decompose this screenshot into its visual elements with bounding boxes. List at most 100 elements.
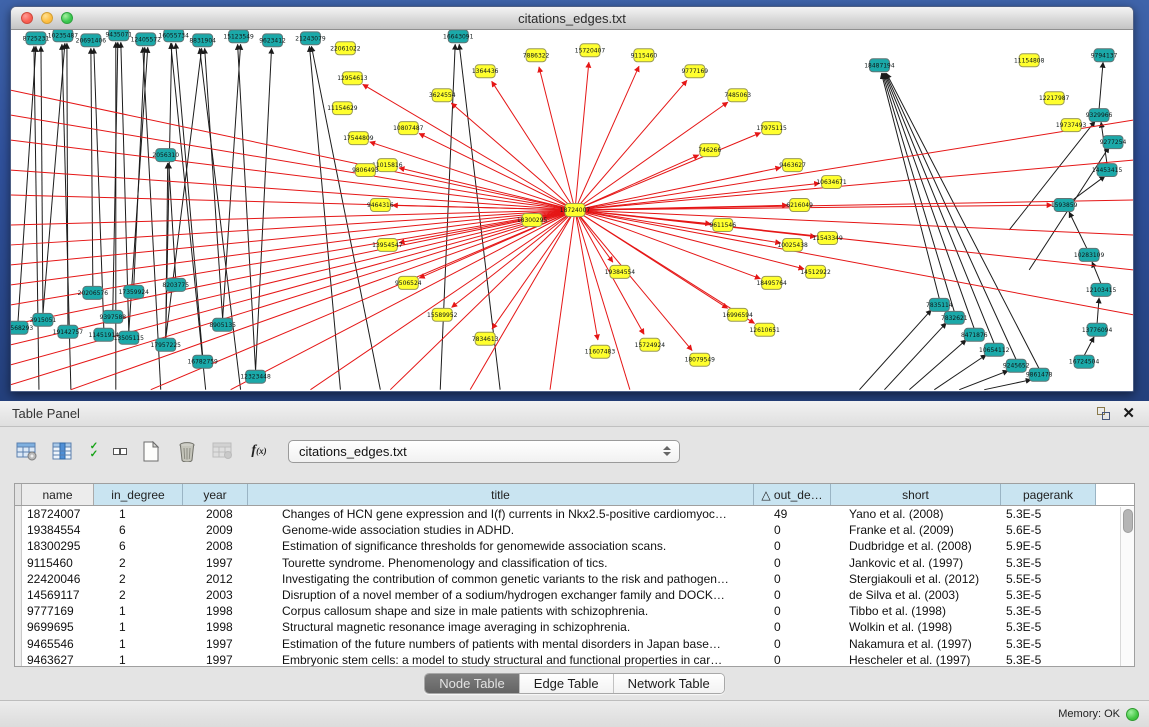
column-header-pagerank[interactable]: pagerank: [1001, 484, 1096, 505]
graph-node[interactable]: 16724504: [1069, 355, 1100, 368]
cell-short[interactable]: Franke et al. (2009): [831, 522, 1001, 538]
select-all-button[interactable]: ✓✓: [84, 438, 104, 464]
cell-in_degree[interactable]: 1: [94, 506, 183, 522]
graph-edge[interactable]: [1009, 121, 1095, 230]
graph-edge[interactable]: [18, 46, 36, 322]
graph-node-selected[interactable]: 3624554: [429, 89, 456, 102]
graph-node[interactable]: 16055734: [159, 30, 190, 42]
function-builder-button[interactable]: f(x): [244, 438, 274, 464]
graph-selected-edge[interactable]: [399, 210, 575, 243]
graph-node-selected[interactable]: 9464316: [367, 199, 394, 212]
graph-node-selected[interactable]: 746266: [698, 144, 721, 157]
graph-node[interactable]: 7832621: [941, 311, 968, 324]
cell-short[interactable]: Dudbridge et al. (2008): [831, 538, 1001, 554]
graph-node[interactable]: 9623412: [259, 34, 286, 47]
graph-node[interactable]: 9861478: [1026, 368, 1053, 381]
cell-in_degree[interactable]: 1: [94, 619, 183, 635]
graph-node[interactable]: 8471876: [961, 328, 988, 341]
graph-selected-edge[interactable]: [151, 210, 575, 390]
graph-edge[interactable]: [223, 44, 241, 319]
cell-short[interactable]: Yano et al. (2008): [831, 506, 1001, 522]
graph-edge[interactable]: [883, 73, 974, 329]
graph-edge[interactable]: [256, 48, 272, 370]
cell-short[interactable]: Tibbo et al. (1998): [831, 603, 1001, 619]
select-columns-button[interactable]: [48, 438, 78, 464]
cell-out_degree[interactable]: 0: [754, 619, 831, 635]
graph-node-selected[interactable]: 9506524: [395, 276, 422, 289]
cell-short[interactable]: Stergiakouli et al. (2012): [831, 571, 1001, 587]
graph-edge[interactable]: [309, 46, 340, 389]
cell-name[interactable]: 22420046: [22, 571, 94, 587]
graph-selected-edge[interactable]: [575, 155, 699, 210]
graph-node[interactable]: 13505115: [114, 331, 145, 344]
graph-edge[interactable]: [1069, 212, 1087, 249]
graph-node-selected[interactable]: 12217987: [1039, 92, 1070, 105]
graph-node[interactable]: 15123549: [223, 30, 254, 43]
cell-title[interactable]: Corpus callosum shape and size in male p…: [248, 603, 754, 619]
graph-node-selected[interactable]: 9611546: [709, 218, 736, 231]
graph-selected-edge[interactable]: [11, 115, 575, 210]
graph-node[interactable]: 21243079: [295, 32, 326, 45]
cell-in_degree[interactable]: 1: [94, 652, 183, 667]
cell-year[interactable]: 2008: [183, 506, 248, 522]
cell-out_degree[interactable]: 0: [754, 555, 831, 571]
graph-node[interactable]: 10235487: [48, 30, 79, 42]
graph-node[interactable]: 20691406: [76, 34, 107, 47]
graph-edge[interactable]: [909, 340, 966, 390]
cell-pagerank[interactable]: 5.3E-5: [1001, 506, 1096, 522]
table-settings-button[interactable]: [12, 438, 42, 464]
cell-name[interactable]: 9465546: [22, 636, 94, 652]
table-row[interactable]: 911546021997Tourette syndrome. Phenomeno…: [15, 555, 1134, 571]
cell-in_degree[interactable]: 2: [94, 555, 183, 571]
graph-selected-edge[interactable]: [575, 210, 630, 390]
graph-node[interactable]: 8203775: [162, 278, 189, 291]
graph-selected-edge[interactable]: [575, 210, 692, 351]
window-titlebar[interactable]: citations_edges.txt: [11, 7, 1133, 30]
column-header-year[interactable]: year: [183, 484, 248, 505]
graph-edge[interactable]: [43, 43, 65, 314]
cell-name[interactable]: 9777169: [22, 603, 94, 619]
graph-selected-edge[interactable]: [419, 133, 575, 210]
graph-node[interactable]: 16782759: [187, 355, 218, 368]
cell-name[interactable]: 18300295: [22, 538, 94, 554]
graph-node[interactable]: 9245652: [1003, 359, 1030, 372]
cell-title[interactable]: Changes of HCN gene expression and I(f) …: [248, 506, 754, 522]
graph-node-selected[interactable]: 10025438: [777, 238, 808, 251]
cell-pagerank[interactable]: 5.3E-5: [1001, 652, 1096, 667]
graph-node-selected[interactable]: 9806493: [352, 164, 379, 177]
graph-edge[interactable]: [311, 46, 380, 389]
graph-node-selected[interactable]: 9115460: [631, 49, 658, 62]
graph-selected-edge[interactable]: [363, 84, 575, 210]
cell-title[interactable]: Genome-wide association studies in ADHD.: [248, 522, 754, 538]
tab-node-table[interactable]: Node Table: [425, 674, 520, 693]
graph-selected-edge[interactable]: [550, 210, 575, 390]
tab-edge-table[interactable]: Edge Table: [520, 674, 614, 693]
graph-node-selected[interactable]: 7886322: [523, 49, 550, 62]
close-panel-icon[interactable]: ✕: [1122, 407, 1135, 420]
graph-edge[interactable]: [884, 323, 946, 390]
graph-node[interactable]: 19142757: [53, 325, 84, 338]
graph-edge[interactable]: [882, 73, 954, 312]
cell-in_degree[interactable]: 1: [94, 636, 183, 652]
graph-edge[interactable]: [1084, 337, 1094, 356]
graph-node[interactable]: 12103415: [1086, 283, 1117, 296]
graph-node-selected[interactable]: 15589952: [427, 308, 458, 321]
cell-name[interactable]: 9699695: [22, 619, 94, 635]
cell-out_degree[interactable]: 0: [754, 636, 831, 652]
graph-edge[interactable]: [959, 371, 1008, 390]
cell-year[interactable]: 2009: [183, 522, 248, 538]
graph-node[interactable]: 16643091: [443, 30, 474, 43]
graph-selected-edge[interactable]: [575, 120, 1133, 210]
graph-node[interactable]: 12405572: [131, 33, 162, 46]
table-row[interactable]: 1456911722003Disruption of a novel membe…: [15, 587, 1134, 603]
graph-node[interactable]: 9277254: [1100, 136, 1127, 149]
graph-node[interactable]: 1593859: [1051, 199, 1078, 212]
cell-out_degree[interactable]: 0: [754, 603, 831, 619]
graph-node-selected[interactable]: 11015816: [372, 159, 403, 172]
cell-name[interactable]: 18724007: [22, 506, 94, 522]
table-row[interactable]: 2242004622012Investigating the contribut…: [15, 571, 1134, 587]
table-row[interactable]: 969969511998Structural magnetic resonanc…: [15, 619, 1134, 635]
float-panel-icon[interactable]: [1097, 407, 1110, 420]
graph-node-selected[interactable]: 17544809: [343, 132, 374, 145]
graph-edge[interactable]: [91, 48, 93, 287]
